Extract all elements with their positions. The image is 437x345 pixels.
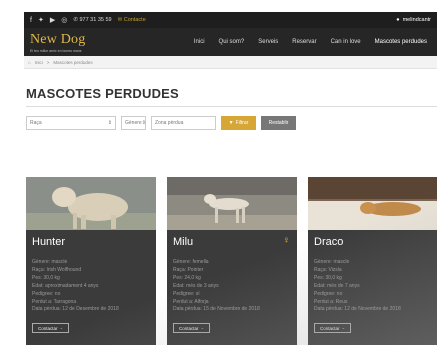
brand-name: New Dog: [30, 31, 86, 47]
pet-card-milu: Milu ♀ Gènere: femella Raça: Pointer Pes…: [167, 177, 297, 345]
reset-button[interactable]: Restablir: [261, 116, 296, 130]
facebook-icon[interactable]: f: [30, 17, 32, 24]
nav-item-qui-som[interactable]: Qui som?: [219, 39, 245, 45]
filter-button[interactable]: ▼ Filtrar: [221, 116, 256, 130]
phone-number[interactable]: ✆ 977 31 35 59: [73, 17, 111, 23]
nav-item-inici[interactable]: Inici: [194, 39, 205, 45]
phone-icon: ✆: [73, 17, 78, 23]
brand-tagline: El teu millor amic en bones mans: [30, 48, 82, 53]
instagram-icon[interactable]: ◎: [61, 17, 67, 24]
race-select[interactable]: Raça ⇕: [26, 116, 116, 130]
nav-menu: Inici Qui som? Serveis Reservar Can in l…: [194, 39, 431, 45]
select-arrows-icon: ⇕: [141, 120, 146, 126]
select-arrows-icon: ⇕: [107, 120, 112, 126]
breadcrumb-separator: >: [46, 59, 50, 65]
contact-button[interactable]: Contactar ⌄: [32, 323, 70, 333]
brand-logo[interactable]: New Dog El teu millor amic en bones mans: [30, 32, 85, 53]
pet-photo[interactable]: [167, 177, 297, 230]
chevron-down-icon: ⌄: [59, 325, 64, 330]
title-divider: [26, 106, 437, 107]
chevron-down-icon: ⌄: [341, 325, 346, 330]
top-bar: f ✦ ▶ ◎ ✆ 977 31 35 59 ✉ Contacte ● meli…: [24, 12, 437, 28]
nav-item-can-in-love[interactable]: Can in love: [331, 39, 361, 45]
pet-photo[interactable]: [26, 177, 156, 230]
breadcrumb: ⌂ Inici > Mascotes perdudes: [24, 56, 437, 69]
main-navbar: New Dog El teu millor amic en bones mans…: [24, 28, 437, 56]
contact-button[interactable]: Contactar ⌄: [173, 323, 211, 333]
chevron-down-icon: ⌄: [200, 325, 205, 330]
twitter-icon[interactable]: ✦: [38, 17, 44, 24]
filter-bar: Raça ⇕ Gènere ⇕ Zona pèrdua ▼ Filtrar Re…: [26, 116, 296, 130]
breadcrumb-current: Mascotes perdudes: [53, 59, 93, 65]
pet-photo[interactable]: [308, 177, 437, 230]
pet-card-draco: Draco Gènere: mascle Raça: Vizsla Pes: 3…: [308, 177, 437, 345]
zone-input[interactable]: Zona pèrdua: [151, 116, 216, 130]
user-menu[interactable]: ● melindcantr: [396, 17, 431, 23]
pet-info: Gènere: mascle Raça: Irish Wolfhound Pes…: [32, 259, 119, 313]
gender-select[interactable]: Gènere ⇕: [121, 116, 146, 130]
mail-icon: ✉: [117, 17, 123, 23]
pet-name: Draco: [314, 236, 344, 248]
pet-name: Milu: [173, 236, 194, 248]
home-icon[interactable]: ⌂: [28, 60, 31, 65]
page: f ✦ ▶ ◎ ✆ 977 31 35 59 ✉ Contacte ● meli…: [0, 0, 437, 345]
pet-info: Gènere: mascle Raça: Vizsla Pes: 30,0 kg…: [314, 259, 401, 313]
page-title: MASCOTES PERDUDES: [26, 86, 179, 101]
pet-card-hunter: Hunter Gènere: mascle Raça: Irish Wolfho…: [26, 177, 156, 345]
contact-link[interactable]: ✉ Contacte: [118, 17, 146, 23]
breadcrumb-home[interactable]: Inici: [35, 60, 43, 65]
user-icon: ●: [396, 17, 400, 23]
nav-item-mascotes-perdudes[interactable]: Mascotes perdudes: [375, 39, 427, 45]
nav-item-serveis[interactable]: Serveis: [258, 39, 278, 45]
funnel-icon: ▼: [228, 120, 234, 126]
pet-info: Gènere: femella Raça: Pointer Pes: 24,0 …: [173, 259, 260, 313]
female-icon: ♀: [282, 235, 291, 246]
nav-item-reservar[interactable]: Reservar: [292, 39, 316, 45]
pet-name: Hunter: [32, 236, 66, 248]
contact-button[interactable]: Contactar ⌄: [314, 323, 352, 333]
youtube-icon[interactable]: ▶: [50, 17, 55, 24]
